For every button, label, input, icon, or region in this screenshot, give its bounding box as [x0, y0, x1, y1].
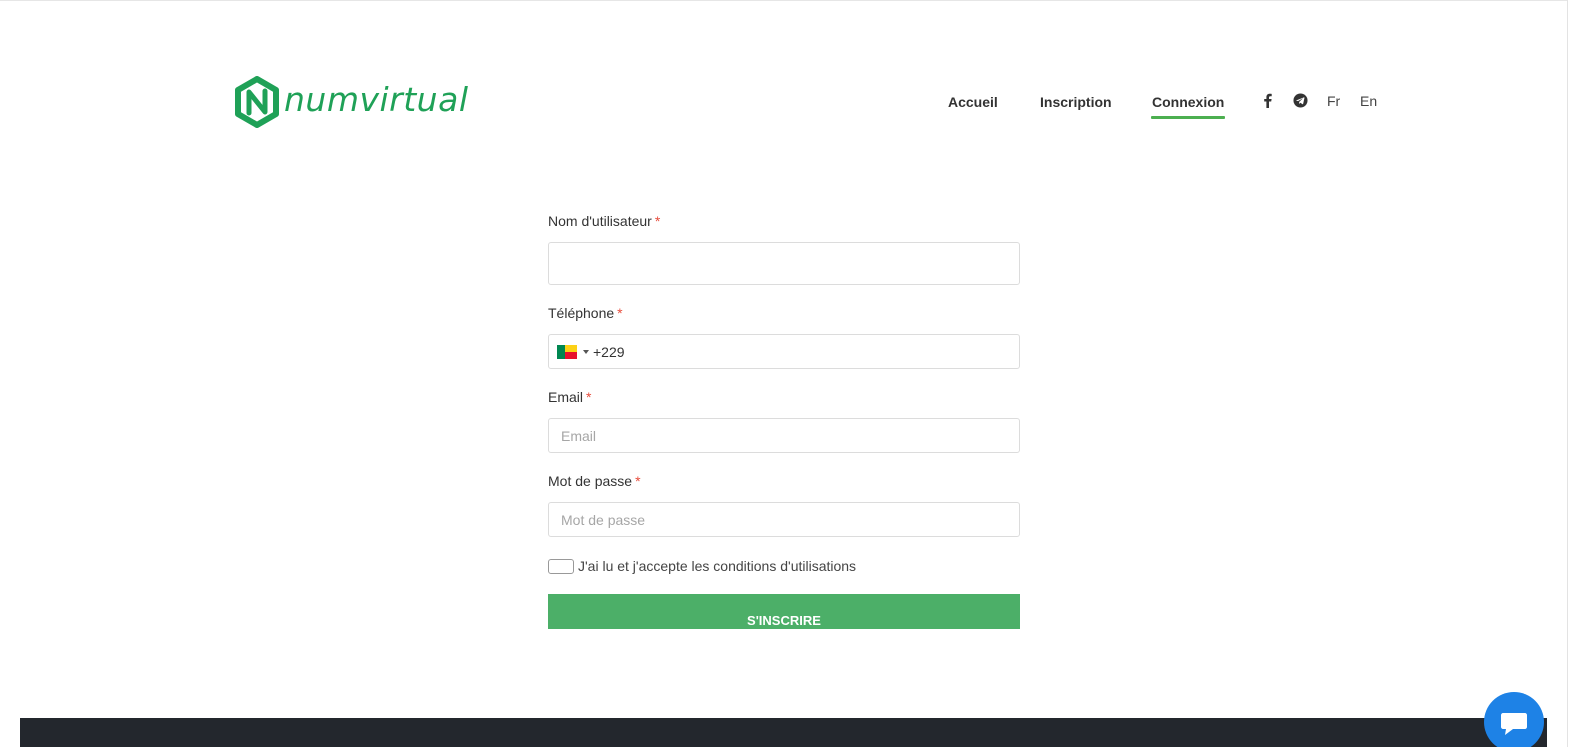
- terms-checkbox[interactable]: [548, 558, 574, 574]
- chat-button[interactable]: [1484, 692, 1544, 747]
- nav-login[interactable]: Connexion: [1150, 94, 1226, 119]
- caret-down-icon: [583, 350, 589, 354]
- footer: [20, 718, 1547, 747]
- required-mark: *: [586, 389, 592, 405]
- facebook-link[interactable]: [1259, 92, 1275, 108]
- password-label: Mot de passe *: [548, 473, 641, 489]
- logo-text: numvirtual: [284, 79, 469, 119]
- required-mark: *: [617, 305, 623, 321]
- logo-mark-icon: [235, 76, 279, 128]
- country-selector[interactable]: [557, 344, 589, 360]
- telegram-link[interactable]: [1292, 92, 1308, 108]
- phone-input[interactable]: [593, 335, 1013, 368]
- phone-field: [548, 334, 1020, 369]
- required-mark: *: [635, 473, 641, 489]
- username-label-text: Nom d'utilisateur: [548, 213, 652, 229]
- terms-label: J'ai lu et j'accepte les conditions d'ut…: [578, 558, 857, 574]
- nav-home[interactable]: Accueil: [948, 94, 998, 110]
- email-label: Email *: [548, 389, 591, 405]
- username-input[interactable]: [548, 242, 1020, 285]
- lang-fr[interactable]: Fr: [1327, 93, 1340, 109]
- page: numvirtual Accueil Inscription Connexion…: [0, 0, 1584, 747]
- signup-button[interactable]: S'INSCRIRE: [548, 594, 1020, 629]
- phone-label-text: Téléphone: [548, 305, 615, 321]
- lang-en[interactable]: En: [1360, 93, 1377, 109]
- top-border: [0, 0, 1584, 1]
- email-label-text: Email: [548, 389, 584, 405]
- password-input[interactable]: [548, 502, 1020, 537]
- logo[interactable]: numvirtual: [234, 76, 469, 128]
- nav-signup[interactable]: Inscription: [1040, 94, 1112, 110]
- benin-flag-icon: [557, 345, 577, 359]
- terms-row: J'ai lu et j'accepte les conditions d'ut…: [548, 557, 856, 575]
- required-mark: *: [654, 213, 661, 229]
- scrollbar[interactable]: [1567, 0, 1584, 747]
- password-label-text: Mot de passe: [548, 473, 633, 489]
- phone-label: Téléphone *: [548, 305, 623, 321]
- username-label: Nom d'utilisateur *: [548, 213, 660, 229]
- telegram-icon: [1292, 92, 1308, 108]
- chat-bubble-icon: [1501, 713, 1527, 735]
- facebook-icon: [1263, 93, 1272, 108]
- email-input[interactable]: [548, 418, 1020, 453]
